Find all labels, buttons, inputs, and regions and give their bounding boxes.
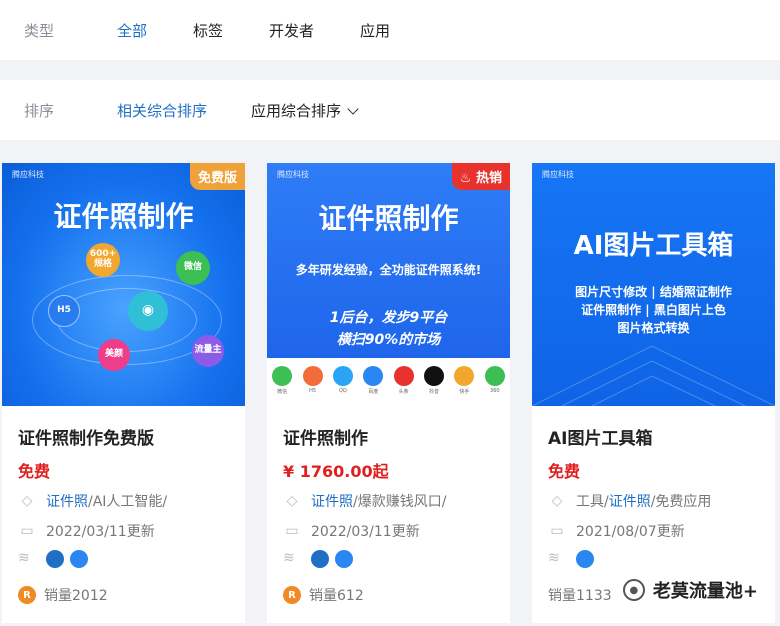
- updated-row: ▭ 2022/03/11更新: [18, 520, 229, 542]
- camera-icon: ◉: [128, 291, 168, 331]
- sales-row: R 销量2012: [18, 584, 229, 606]
- chevron-down-icon: [347, 102, 359, 115]
- image-headline: 证件照制作: [318, 202, 459, 235]
- watermark-text: 老莫流量池+: [652, 581, 758, 602]
- app-icon: 360: [484, 366, 505, 394]
- wechat-bubble: 微信: [176, 251, 210, 285]
- tag-rest: /免费应用: [650, 494, 712, 510]
- product-card[interactable]: 腾应科技 免费版 证件照制作 ◉ 600+ 规格 微信 H5 美颜 流量主 证件…: [2, 163, 245, 623]
- platform-row: ≋: [548, 548, 759, 570]
- tags-row: ◇ 证件照/爆款赚钱风口/: [283, 490, 494, 512]
- tags-row: ◇ 工具/证件照/免费应用: [548, 490, 759, 512]
- brand-logo: 腾应科技: [12, 170, 44, 179]
- product-image[interactable]: 腾应科技 免费版 证件照制作 ◉ 600+ 规格 微信 H5 美颜 流量主: [2, 163, 245, 406]
- sort-filter-label: 排序: [24, 101, 55, 120]
- layers-icon: ≋: [548, 550, 560, 566]
- product-price: 免费: [548, 462, 581, 481]
- image-subline: 多年研发经验，全功能证件照系统!: [295, 263, 482, 277]
- updated-date: 2022/03/11更新: [46, 524, 155, 540]
- wechat-official-icon: ●: [622, 579, 645, 601]
- r-badge-icon: R: [18, 586, 36, 604]
- sort-option-relevance[interactable]: 相关综合排序: [117, 100, 207, 121]
- app-icon: 头条: [393, 366, 414, 395]
- fire-icon: ♨: [459, 171, 476, 186]
- tag-link[interactable]: 证件照: [46, 491, 88, 511]
- type-option-all[interactable]: 全部: [117, 20, 147, 41]
- tag-pre: 工具/: [576, 494, 609, 510]
- product-card[interactable]: 腾应科技 ♨ 热销 证件照制作 多年研发经验，全功能证件照系统! 1后台，发步9…: [267, 163, 510, 623]
- product-price: ¥ 1760.00起: [283, 462, 389, 481]
- miniprogram-icon: [576, 550, 594, 568]
- free-edition-badge: 免费版: [189, 163, 245, 190]
- tags-row: ◇ 证件照/AI人工智能/: [18, 490, 229, 512]
- product-price: 免费: [18, 462, 51, 481]
- brand-logo: 腾应科技: [542, 170, 574, 179]
- calendar-icon: ▭: [550, 523, 564, 539]
- hot-badge-label: 热销: [475, 171, 502, 186]
- app-icon: 快手: [454, 366, 475, 395]
- layers-icon: ≋: [283, 550, 295, 566]
- updated-date: 2022/03/11更新: [311, 524, 420, 540]
- h5-bubble: H5: [48, 295, 80, 327]
- sales-row: R 销量612: [283, 584, 494, 606]
- wechat-icon: [311, 550, 329, 568]
- image-headline: 证件照制作: [53, 200, 194, 233]
- product-title[interactable]: AI图片工具箱: [548, 424, 759, 450]
- watermark: ● 老莫流量池+: [622, 577, 758, 603]
- product-title[interactable]: 证件照制作免费版: [18, 424, 229, 450]
- tag-icon: ◇: [21, 493, 33, 509]
- tag-rest: /AI人工智能/: [88, 494, 168, 510]
- app-icon: 抖音: [424, 366, 445, 395]
- type-option-developer[interactable]: 开发者: [269, 20, 314, 41]
- sort-option-app-overall[interactable]: 应用综合排序: [251, 100, 359, 121]
- sort-option-app-overall-label: 应用综合排序: [251, 101, 342, 120]
- grid-decoration: [532, 345, 775, 406]
- product-image[interactable]: 腾应科技 AI图片工具箱 图片尺寸修改 | 结婚照证制作 证件照制作 | 黑白图…: [532, 163, 775, 406]
- updated-date: 2021/08/07更新: [576, 524, 685, 540]
- image-line-1: 图片尺寸修改 | 结婚照证制作: [575, 285, 732, 299]
- tag-link[interactable]: 证件照: [609, 491, 651, 511]
- product-card[interactable]: 腾应科技 AI图片工具箱 图片尺寸修改 | 结婚照证制作 证件照制作 | 黑白图…: [532, 163, 775, 623]
- updated-row: ▭ 2021/08/07更新: [548, 520, 759, 542]
- app-strip: 微信 H5 QQ 百度 头条 抖音 快手 360: [267, 358, 510, 406]
- image-slogan-1: 1后台，发步9平台: [329, 310, 448, 326]
- app-icon: QQ: [332, 366, 353, 394]
- type-filter-bar: 类型 全部 标签 开发者 应用: [0, 0, 780, 60]
- sort-filter-bar: 排序 相关综合排序 应用综合排序: [0, 80, 780, 140]
- hot-badge: ♨ 热销: [451, 163, 510, 190]
- app-icon: 百度: [363, 366, 384, 395]
- product-title[interactable]: 证件照制作: [283, 424, 494, 450]
- tag-link[interactable]: 证件照: [311, 491, 353, 511]
- calendar-icon: ▭: [20, 523, 34, 539]
- app-icon: H5: [302, 366, 323, 394]
- image-headline: AI图片工具箱: [573, 231, 734, 261]
- type-option-tags[interactable]: 标签: [193, 20, 223, 41]
- app-icon: 微信: [272, 366, 293, 395]
- wechat-icon: [46, 550, 64, 568]
- updated-row: ▭ 2022/03/11更新: [283, 520, 494, 542]
- type-option-app[interactable]: 应用: [360, 20, 390, 41]
- type-filter-label: 类型: [24, 21, 55, 40]
- image-slogan-2: 横扫90%的市场: [336, 332, 441, 348]
- miniprogram-icon: [70, 550, 88, 568]
- brand-logo: 腾应科技: [277, 170, 309, 179]
- r-badge-icon: R: [283, 586, 301, 604]
- platform-row: ≋: [283, 548, 494, 570]
- platform-row: ≋: [18, 548, 229, 570]
- tag-icon: ◇: [286, 493, 298, 509]
- sales-count: 销量612: [309, 588, 364, 604]
- orbit-ring-inner: [57, 288, 197, 352]
- product-image[interactable]: 腾应科技 ♨ 热销 证件照制作 多年研发经验，全功能证件照系统! 1后台，发步9…: [267, 163, 510, 406]
- sales-count: 销量1133: [548, 588, 612, 604]
- spec-bubble: 600+ 规格: [86, 243, 120, 277]
- traffic-bubble: 流量主: [192, 335, 224, 367]
- beauty-bubble: 美颜: [98, 339, 130, 371]
- layers-icon: ≋: [18, 550, 30, 566]
- calendar-icon: ▭: [285, 523, 299, 539]
- tag-icon: ◇: [551, 493, 563, 509]
- tag-rest: /爆款赚钱风口/: [353, 494, 447, 510]
- miniprogram-icon: [335, 550, 353, 568]
- sales-count: 销量2012: [44, 588, 108, 604]
